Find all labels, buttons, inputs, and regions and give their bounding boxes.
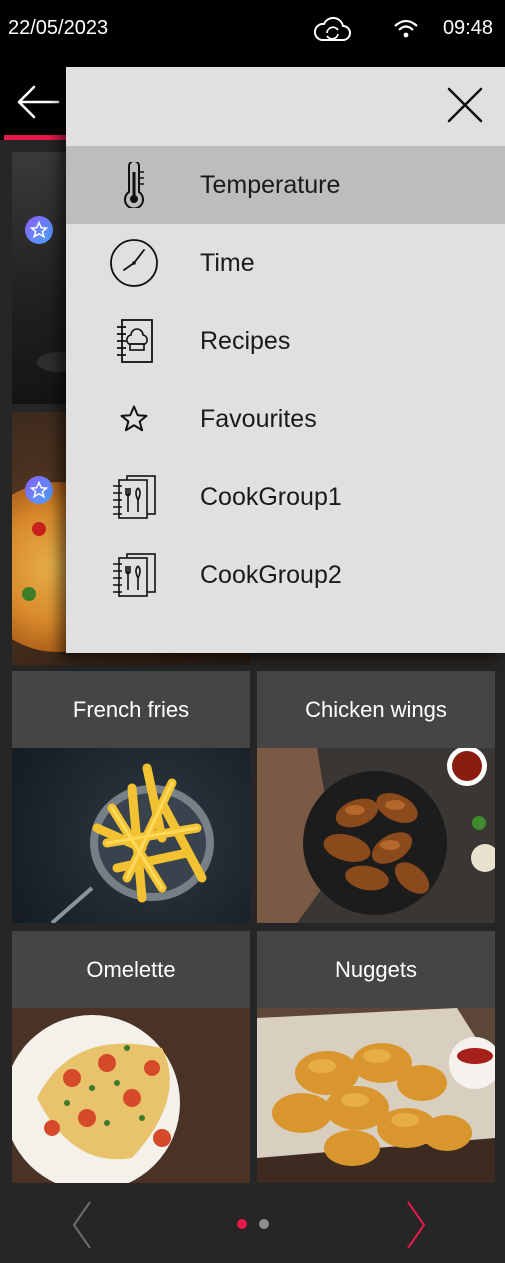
favourite-badge xyxy=(25,476,53,504)
chevron-right-icon[interactable] xyxy=(402,1199,432,1251)
page-indicator xyxy=(259,1219,269,1229)
menu-item-time[interactable]: Time xyxy=(66,224,505,302)
star-icon xyxy=(106,394,162,444)
recipe-photo xyxy=(257,1008,495,1183)
close-icon[interactable] xyxy=(445,85,485,125)
arrow-left-icon[interactable] xyxy=(14,82,62,122)
recipe-title: Chicken wings xyxy=(257,671,495,748)
menu-item-label: CookGroup2 xyxy=(200,561,342,589)
menu-item-favourites[interactable]: Favourites xyxy=(66,380,505,458)
recipe-book-icon xyxy=(106,316,162,366)
favourite-badge xyxy=(25,216,53,244)
recipe-tile-nuggets[interactable]: Nuggets xyxy=(257,931,495,1183)
menu-item-temperature[interactable]: Temperature xyxy=(66,146,505,224)
status-time: 09:48 xyxy=(442,17,493,39)
recipe-photo xyxy=(12,748,250,923)
thermometer-icon xyxy=(106,160,162,210)
pager-bar xyxy=(0,1185,505,1263)
recipe-tile-chicken-wings[interactable]: Chicken wings xyxy=(257,671,495,923)
menu-item-cookgroup2[interactable]: CookGroup2 xyxy=(66,536,505,614)
clock-icon xyxy=(106,238,162,288)
page-indicator-active xyxy=(237,1219,247,1229)
cloud-sync-icon xyxy=(312,16,352,49)
menu-item-cookgroup1[interactable]: CookGroup1 xyxy=(66,458,505,536)
menu-item-label: Favourites xyxy=(200,405,317,433)
cook-group-icon xyxy=(106,472,162,522)
wifi-icon xyxy=(393,18,419,45)
recipe-title: Nuggets xyxy=(257,931,495,1008)
recipe-tile-omelette[interactable]: Omelette xyxy=(12,931,250,1183)
menu-item-label: Temperature xyxy=(200,171,341,199)
recipe-photo xyxy=(12,1008,250,1183)
active-tab-indicator xyxy=(4,135,68,140)
recipe-tile-french-fries[interactable]: French fries xyxy=(12,671,250,923)
recipe-photo xyxy=(257,748,495,923)
mode-menu: Temperature Time Recipes Favourites Cook… xyxy=(66,67,505,653)
status-bar: 22/05/2023 09:48 xyxy=(0,0,505,64)
chevron-left-icon[interactable] xyxy=(66,1199,96,1251)
menu-item-label: CookGroup1 xyxy=(200,483,342,511)
menu-item-label: Time xyxy=(200,249,255,277)
menu-item-recipes[interactable]: Recipes xyxy=(66,302,505,380)
recipe-title: Omelette xyxy=(12,931,250,1008)
recipe-title: French fries xyxy=(12,671,250,748)
status-date: 22/05/2023 xyxy=(8,17,109,39)
cook-group-icon xyxy=(106,550,162,600)
menu-item-label: Recipes xyxy=(200,327,291,355)
